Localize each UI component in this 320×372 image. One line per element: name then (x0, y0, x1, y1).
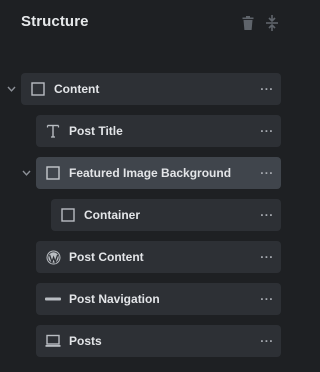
tree-item-posts[interactable]: Posts ··· (36, 325, 281, 357)
tree-item-label: Featured Image Background (69, 166, 232, 180)
panel-header: Structure (0, 0, 293, 48)
more-options-button[interactable]: ··· (259, 250, 275, 264)
tree-item-label: Posts (69, 334, 102, 348)
collapse-all-icon[interactable] (265, 15, 279, 31)
tree-item-post-navigation[interactable]: Post Navigation ··· (36, 283, 281, 315)
tree-item-label: Container (84, 208, 141, 222)
more-options-button[interactable]: ··· (259, 208, 275, 222)
trash-icon[interactable] (241, 15, 255, 31)
wordpress-icon (45, 249, 61, 265)
square-container-icon (60, 207, 76, 223)
more-options-button[interactable]: ··· (259, 124, 275, 138)
more-options-button[interactable]: ··· (259, 334, 275, 348)
text-t-icon (45, 123, 61, 139)
tree-item-label: Content (54, 82, 100, 96)
tree-item-label: Post Navigation (69, 292, 160, 306)
structure-panel: Structure Content ··· Post Title ··· Fea… (0, 0, 293, 372)
more-options-button[interactable]: ··· (259, 292, 275, 306)
tree-item-featured-image-background[interactable]: Featured Image Background ··· (36, 157, 281, 189)
square-container-icon (45, 165, 61, 181)
caret-down-icon[interactable] (20, 167, 32, 179)
laptop-icon (45, 333, 61, 349)
tree-item-label: Post Title (69, 124, 123, 138)
tree-item-post-title[interactable]: Post Title ··· (36, 115, 281, 147)
caret-down-icon[interactable] (5, 83, 17, 95)
tree-item-container[interactable]: Container ··· (51, 199, 281, 231)
panel-title: Structure (21, 13, 89, 30)
tree-item-post-content[interactable]: Post Content ··· (36, 241, 281, 273)
tree-item-label: Post Content (69, 250, 144, 264)
horizontal-line-icon (45, 291, 61, 307)
tree-item-content[interactable]: Content ··· (21, 73, 281, 105)
more-options-button[interactable]: ··· (259, 166, 275, 180)
square-container-icon (30, 81, 46, 97)
more-options-button[interactable]: ··· (259, 82, 275, 96)
